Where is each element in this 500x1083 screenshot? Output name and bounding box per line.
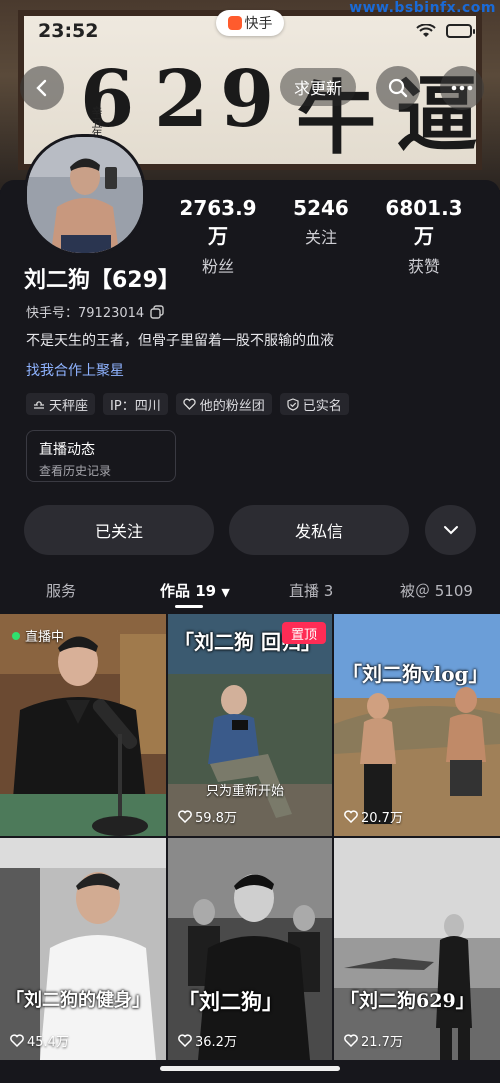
heart-icon [344,810,358,823]
stat-likes[interactable]: 6801.3万 获赞 [376,196,472,277]
tab-live[interactable]: 直播 3 [289,580,333,601]
battery-icon [446,24,475,38]
video-item-live[interactable]: 直播中 [0,614,166,836]
expand-button[interactable] [425,505,476,555]
like-count: 36.2万 [178,1031,237,1050]
video-thumbnail [168,838,332,1060]
tag-label: IP：四川 [110,398,161,414]
video-thumbnail [334,614,500,836]
like-count: 45.4万 [10,1031,69,1050]
video-item[interactable]: 「刘二狗」 36.2万 [168,838,332,1060]
home-indicator[interactable] [160,1066,340,1071]
tab-services[interactable]: 服务 [46,580,76,601]
video-caption: 「刘二狗的健身」 [6,990,150,1011]
kuaishou-logo-icon [227,16,242,30]
heart-icon [178,810,192,823]
back-arrow-icon [36,79,47,97]
tab-works[interactable]: 作品 19 ▼ [160,580,230,601]
live-card-title: 直播动态 [39,442,95,458]
tag-verified[interactable]: 已实名 [279,393,349,415]
content-tabs: 服务 作品 19 ▼ 直播 3 被＠ 5109 [0,572,500,610]
stat-label: 关注 [304,228,337,247]
followed-button[interactable]: 已关注 [24,505,214,555]
kuaishou-id: 快手号：79123014 [26,306,145,321]
video-caption: 「刘二狗」 [178,989,283,1014]
fan-club-icon [183,398,196,410]
caret-down-icon: ▼ [221,586,230,599]
stat-following[interactable]: 5246 关注 [282,196,360,248]
live-badge: 直播中 [12,626,64,645]
cooperation-link[interactable]: 找我合作上聚星 [26,360,124,380]
tab-mentions[interactable]: 被＠ 5109 [400,580,473,601]
request-update-button[interactable]: 求更新 [280,68,356,106]
video-caption: 「刘二狗vlog」 [342,662,489,686]
tag-zodiac[interactable]: 天秤座 [26,393,96,415]
like-count-value: 45.4万 [27,1035,69,1050]
app-indicator: 快手 [216,10,284,36]
stat-value: 2763.9万 [179,196,257,248]
video-subtitle: 只为重新开始 [206,784,285,799]
video-item[interactable]: 「刘二狗629」 21.7万 [334,838,500,1060]
stat-label: 粉丝 [201,257,234,276]
like-count-value: 20.7万 [361,811,403,826]
tab-works-label: 作品 19 [160,582,217,600]
live-history-card[interactable]: 直播动态 查看历史记录 [26,430,176,482]
more-dots-icon [451,85,473,91]
heart-icon [178,1034,192,1047]
app-name: 快手 [244,16,273,32]
stat-label: 获赞 [407,257,440,276]
status-time: 23:52 [38,20,99,42]
live-card-subtitle: 查看历史记录 [39,464,112,478]
like-count: 21.7万 [344,1031,403,1050]
chevron-down-icon [443,526,458,535]
libra-icon [34,401,44,409]
heart-icon [344,1034,358,1047]
video-thumbnail [0,614,166,836]
calligraphy-char: 9 [220,54,275,145]
copy-icon[interactable] [150,304,164,319]
like-count-value: 36.2万 [195,1035,237,1050]
tag-label: 已实名 [302,398,342,414]
video-item[interactable]: 「刘二狗vlog」 20.7万 [334,614,500,836]
stat-value: 6801.3万 [385,196,463,248]
profile-bio: 不是天生的王者，但骨子里留着一股不服输的血液 [26,333,334,349]
live-dot-icon [12,631,20,640]
wifi-icon [416,24,436,37]
like-count: 20.7万 [344,807,403,826]
more-options-button[interactable] [440,66,484,110]
video-grid: 直播中 「刘二狗 回归」 置顶 只为重新开始 59.8万 「刘二狗vlog」 2… [0,614,500,1083]
search-button[interactable] [376,66,420,110]
stat-followers[interactable]: 2763.9万 粉丝 [172,196,264,277]
search-icon [388,78,408,98]
tag-label: 天秤座 [49,398,89,414]
watermark: www.bsbinfx.com [349,0,496,16]
avatar-photo [27,137,143,253]
tag-fan-club[interactable]: 他的粉丝团 [175,393,272,415]
video-item[interactable]: 「刘二狗的健身」 45.4万 [0,838,166,1060]
tag-ip-location: IP：四川 [103,393,168,415]
live-badge-label: 直播中 [25,630,65,645]
profile-tags: 天秤座 IP：四川 他的粉丝团 已实名 [26,393,349,415]
stat-value: 5246 [293,196,349,220]
video-thumbnail [0,838,166,1060]
video-item-pinned[interactable]: 「刘二狗 回归」 置顶 只为重新开始 59.8万 [168,614,332,836]
tag-label: 他的粉丝团 [199,398,265,414]
kuaishou-id-row: 快手号：79123014 [26,302,164,321]
profile-name: 刘二狗【629】 [24,268,180,293]
video-caption: 「刘二狗629」 [340,990,475,1012]
active-tab-indicator [175,605,203,608]
shield-check-icon [287,397,299,411]
calligraphy-char: 2 [154,54,209,145]
video-thumbnail [334,838,500,1060]
like-count: 59.8万 [178,807,237,826]
like-count-value: 21.7万 [361,1035,403,1050]
pinned-badge: 置顶 [282,622,326,644]
heart-icon [10,1034,24,1047]
send-message-button[interactable]: 发私信 [229,505,409,555]
back-button[interactable] [20,66,64,110]
like-count-value: 59.8万 [195,811,237,826]
avatar[interactable] [24,134,146,256]
